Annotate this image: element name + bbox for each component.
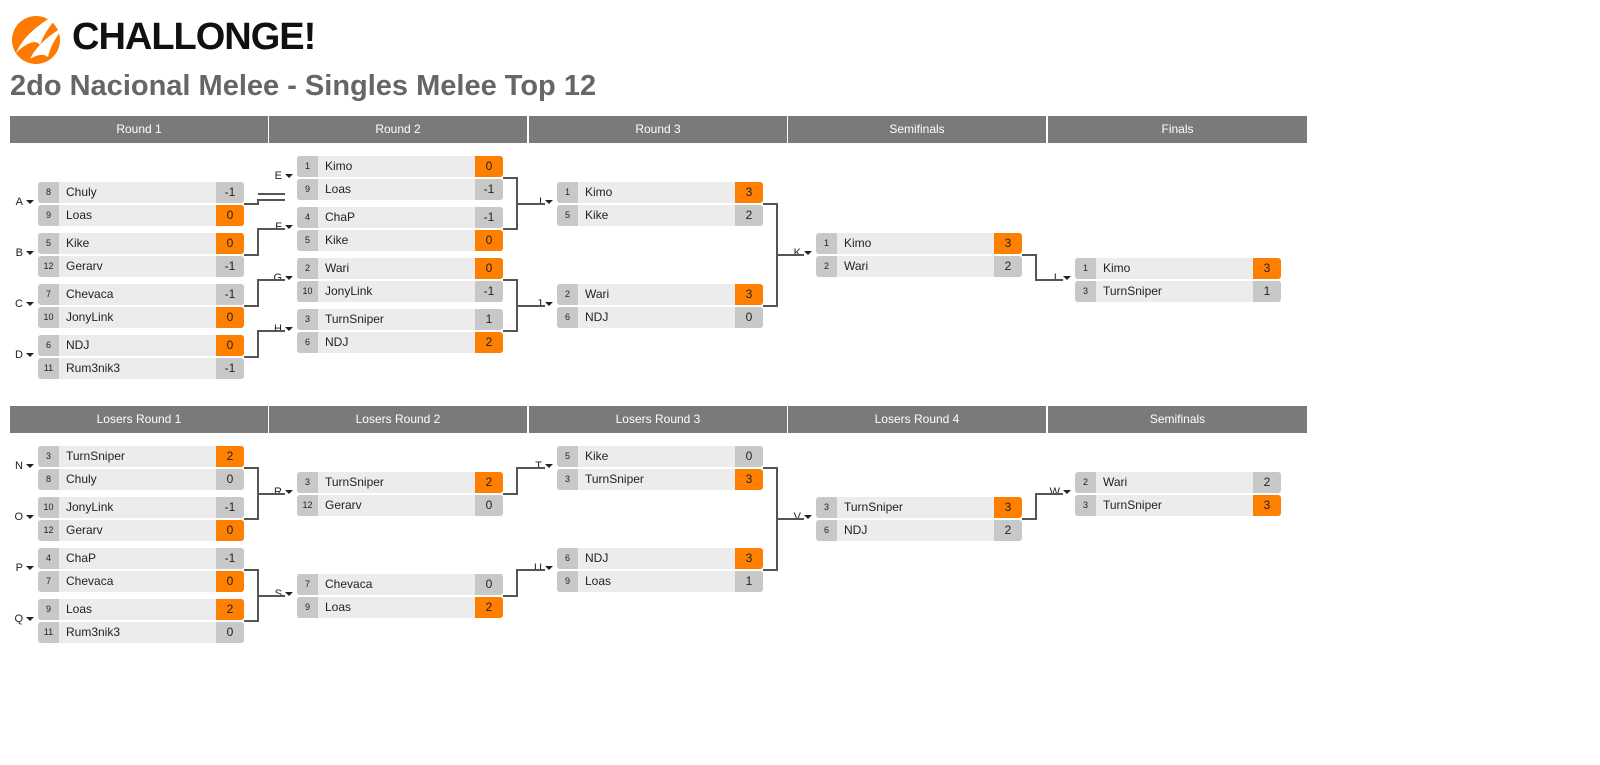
connector-line <box>1022 254 1063 281</box>
bracket-connectors <box>244 177 1063 622</box>
connector-line <box>244 199 285 205</box>
connector-line <box>503 279 518 332</box>
connector-line <box>503 177 518 230</box>
connector-line <box>503 467 545 495</box>
connector-line <box>763 203 778 307</box>
connector-line <box>1022 493 1063 520</box>
connector-line <box>763 467 778 571</box>
connector-line <box>244 228 285 256</box>
connector-line <box>503 569 545 597</box>
connector-line <box>244 279 285 307</box>
connector-line <box>244 467 259 520</box>
connector-line <box>244 330 285 358</box>
connector-line <box>244 569 259 622</box>
